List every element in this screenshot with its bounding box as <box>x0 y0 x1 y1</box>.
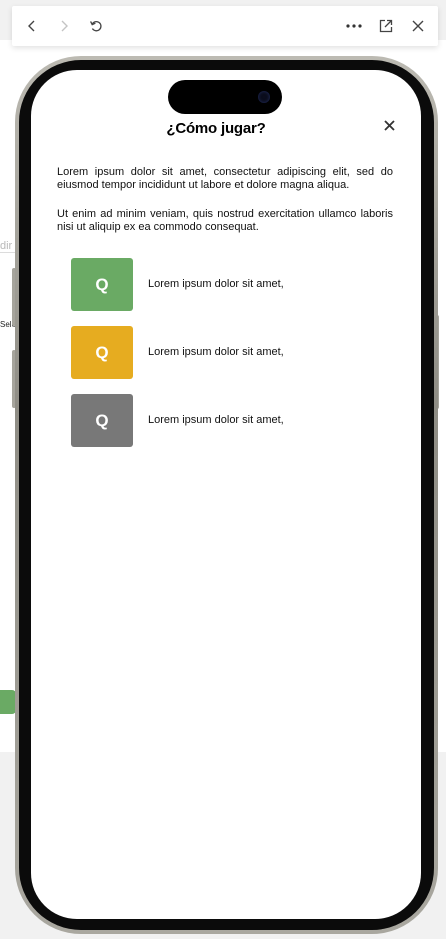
chevron-left-icon <box>28 20 35 32</box>
example-tile-present: Q <box>71 326 133 379</box>
back-button[interactable] <box>22 16 42 36</box>
background-green-button[interactable] <box>0 690 16 714</box>
more-button[interactable] <box>344 16 364 36</box>
example-tile-correct: Q <box>71 258 133 311</box>
instructions-paragraph-2: Ut enim ad minim veniam, quis nostrud ex… <box>57 208 393 233</box>
reload-icon <box>90 20 102 32</box>
close-icon <box>412 20 424 32</box>
modal-title: ¿Cómo jugar? <box>166 120 266 137</box>
example-description-present: Lorem ipsum dolor sit amet, <box>148 346 284 358</box>
close-icon <box>383 119 395 131</box>
example-description-correct: Lorem ipsum dolor sit amet, <box>148 278 284 290</box>
chevron-right-icon <box>61 20 68 32</box>
open-external-button[interactable] <box>376 16 396 36</box>
close-window-button[interactable] <box>408 16 428 36</box>
open-external-icon <box>379 19 393 33</box>
forward-button[interactable] <box>54 16 74 36</box>
browser-toolbar <box>12 6 438 46</box>
example-description-absent: Lorem ipsum dolor sit amet, <box>148 414 284 426</box>
instructions-paragraph-1: Lorem ipsum dolor sit amet, consectetur … <box>57 166 393 191</box>
example-tile-absent: Q <box>71 394 133 447</box>
reload-button[interactable] <box>86 16 106 36</box>
front-camera-icon <box>258 91 270 103</box>
more-horizontal-icon <box>346 24 362 28</box>
phone-screen <box>31 70 421 919</box>
background-text-fragment: dir <box>0 240 13 252</box>
dynamic-island <box>168 80 282 114</box>
modal-close-button[interactable] <box>380 116 398 134</box>
